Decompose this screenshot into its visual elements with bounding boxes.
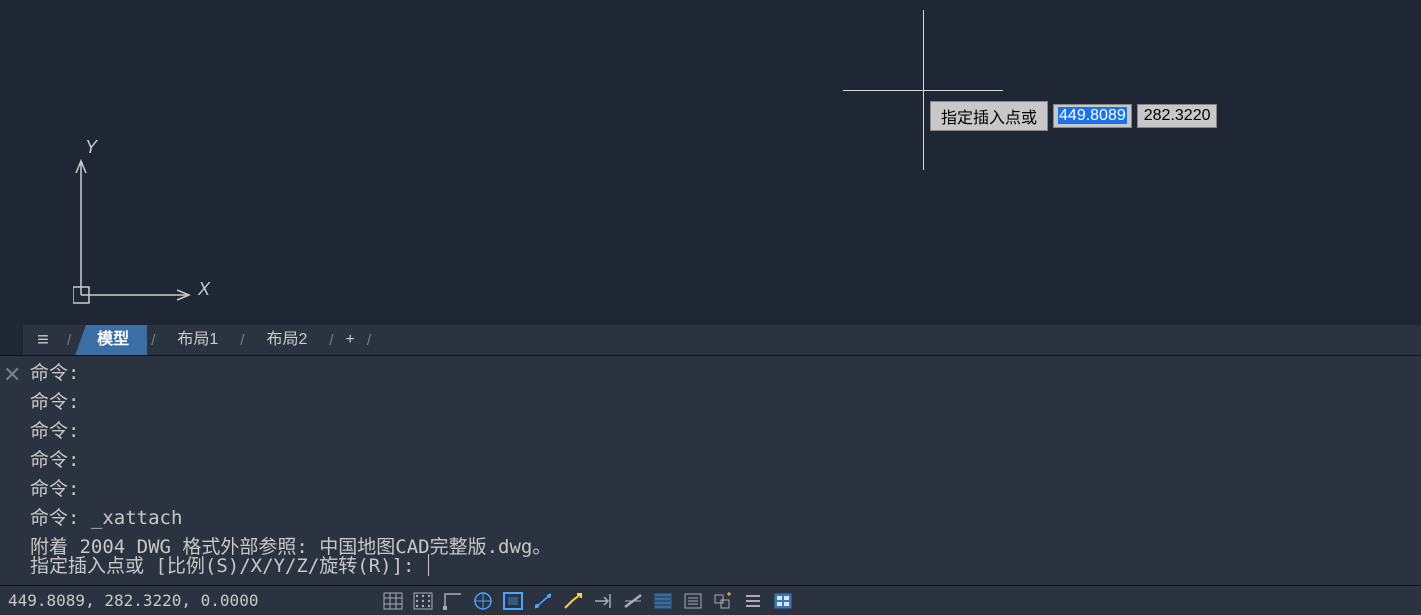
command-history-line: 命令: [30,475,551,504]
extend-icon[interactable] [590,590,616,612]
grid-icon[interactable] [380,590,406,612]
close-icon[interactable]: ✕ [3,362,21,388]
tab-menu-icon[interactable]: ≡ [23,329,63,352]
status-toggle-row [380,590,796,612]
tab-separator: / [363,332,375,349]
tab-layout1[interactable]: 布局1 [159,325,236,355]
ucs-x-label: X [198,279,210,300]
line-icon[interactable] [620,590,646,612]
lineweight-icon[interactable] [530,590,556,612]
list-icon[interactable] [680,590,706,612]
coordinate-display[interactable]: 449.8089, 282.3220, 0.0000 [0,591,380,610]
ucs-icon: Y X [73,147,213,307]
dynamic-y-input[interactable]: 282.3220 [1137,104,1218,128]
tab-separator: / [63,332,75,349]
command-history: 命令:命令:命令:命令:命令:命令: _xattach附着 2004 DWG 格… [30,359,551,562]
tab-separator: / [236,332,248,349]
group-icon[interactable] [710,590,736,612]
qp-icon[interactable] [770,590,796,612]
text-cursor-icon [428,554,430,576]
layout-tab-bar: ≡ / 模型 / 布局1 / 布局2 / + / [23,325,1421,355]
dynamic-prompt-label: 指定插入点或 [930,101,1048,131]
ortho-icon[interactable] [500,590,526,612]
tab-separator: / [147,332,159,349]
command-input-row[interactable]: 指定插入点或 [比例(S)/X/Y/Z/旋转(R)]: [30,551,429,578]
command-history-line: 命令: _xattach [30,504,551,533]
command-history-line: 命令: [30,446,551,475]
crosshair-vertical [923,10,924,170]
command-history-line: 命令: [30,417,551,446]
tab-model[interactable]: 模型 [75,325,147,355]
dynamic-x-input[interactable]: 449.8089 [1053,104,1132,128]
command-history-line: 命令: [30,359,551,388]
command-prompt: 指定插入点或 [比例(S)/X/Y/Z/旋转(R)]: [30,551,426,578]
layer-icon[interactable] [740,590,766,612]
tab-separator: / [325,332,337,349]
tab-add[interactable]: + [338,325,363,355]
drawing-viewport[interactable]: 指定插入点或 449.8089 282.3220 Y X [23,0,1421,325]
osnap-icon[interactable] [440,590,466,612]
command-window[interactable]: ✕ 命令:命令:命令:命令:命令:命令: _xattach附着 2004 DWG… [0,355,1421,585]
ucs-y-label: Y [85,137,97,158]
tab-layout2[interactable]: 布局2 [248,325,325,355]
dynamic-icon[interactable] [560,590,586,612]
snap-icon[interactable] [410,590,436,612]
polar-icon[interactable] [470,590,496,612]
dynamic-input-tooltip: 指定插入点或 449.8089 282.3220 [930,101,1217,131]
status-bar: 449.8089, 282.3220, 0.0000 [0,585,1421,615]
command-history-line: 命令: [30,388,551,417]
hatch-icon[interactable] [650,590,676,612]
ucs-axes-icon [73,147,213,307]
